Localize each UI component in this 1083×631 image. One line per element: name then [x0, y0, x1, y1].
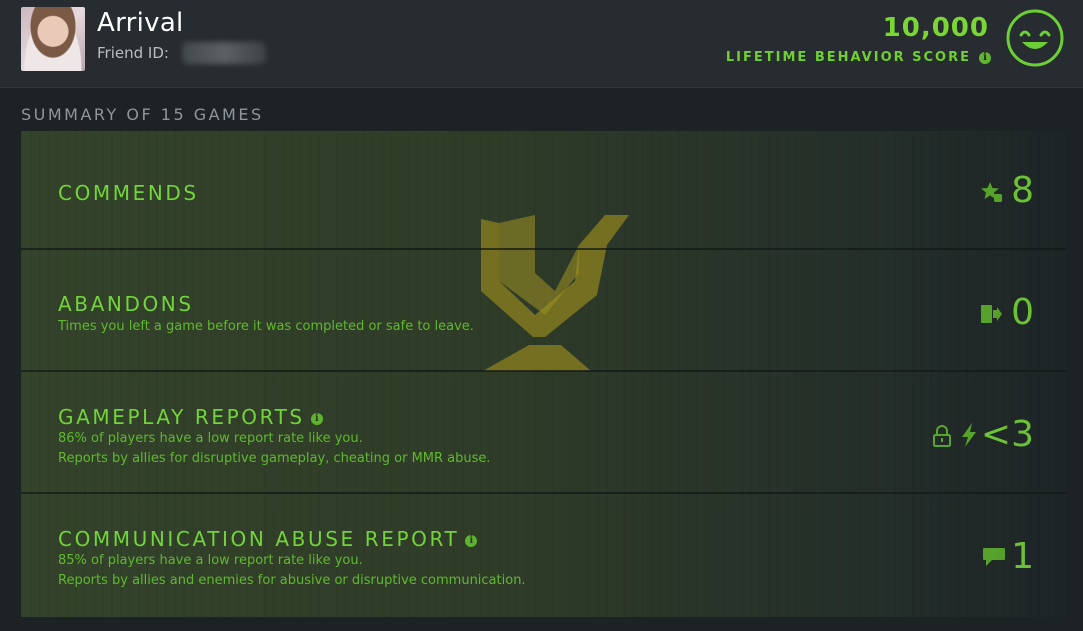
info-icon[interactable]: i [310, 413, 323, 425]
smiley-face-icon [1006, 9, 1064, 67]
gameplay-reports-value: <3 [980, 414, 1034, 455]
info-icon[interactable]: i [465, 535, 478, 547]
card-description: 85% of players have a low report rate li… [58, 551, 526, 590]
card-title: ABANDONS [58, 292, 194, 316]
lock-icon [933, 425, 951, 447]
card-title: COMMENDS [58, 181, 199, 205]
friend-id-value-blurred [182, 42, 266, 64]
abandons-value: 0 [1011, 292, 1034, 333]
report-rate-text: 85% of players have a low report rate li… [58, 553, 363, 568]
player-name: Arrival [97, 8, 184, 38]
report-description-text: Reports by allies and enemies for abusiv… [58, 572, 526, 588]
communication-abuse-card: COMMUNICATION ABUSE REPORT i 85% of playe… [21, 497, 1066, 617]
card-description: 86% of players have a low report rate li… [58, 429, 491, 468]
behavior-score-label: LIFETIME BEHAVIOR SCORE [725, 50, 971, 65]
summary-title: SUMMARY OF 15 GAMES [21, 105, 264, 124]
card-title-row: COMMUNICATION ABUSE REPORT i [58, 527, 478, 551]
gameplay-reports-card: GAMEPLAY REPORTS i 86% of players have a … [21, 375, 1066, 494]
lightning-icon [962, 423, 976, 447]
commends-value: 8 [1011, 170, 1034, 211]
chat-bubble-icon [983, 548, 1005, 566]
behavior-score-value: 10,000 [882, 13, 989, 43]
star-thumb-icon [981, 182, 1002, 202]
abandons-card: ABANDONS Times you left a game before it… [21, 253, 1066, 372]
friend-id-label: Friend ID: [97, 44, 169, 62]
profile-header: Arrival Friend ID: 10,000 LIFETIME BEHAV… [0, 0, 1083, 88]
report-rate-text: 86% of players have a low report rate li… [58, 431, 363, 446]
commends-card: COMMENDS 8 [21, 131, 1066, 250]
card-title: COMMUNICATION ABUSE REPORT [58, 527, 460, 551]
communication-abuse-value: 1 [1011, 536, 1034, 577]
info-icon[interactable]: i [979, 52, 991, 64]
avatar[interactable] [21, 7, 85, 71]
card-title-row: GAMEPLAY REPORTS i [58, 405, 323, 429]
card-title: GAMEPLAY REPORTS [58, 405, 305, 429]
report-description-text: Reports by allies for disruptive gamepla… [58, 450, 491, 466]
exit-door-icon [981, 305, 1002, 323]
card-description: Times you left a game before it was comp… [58, 319, 474, 334]
